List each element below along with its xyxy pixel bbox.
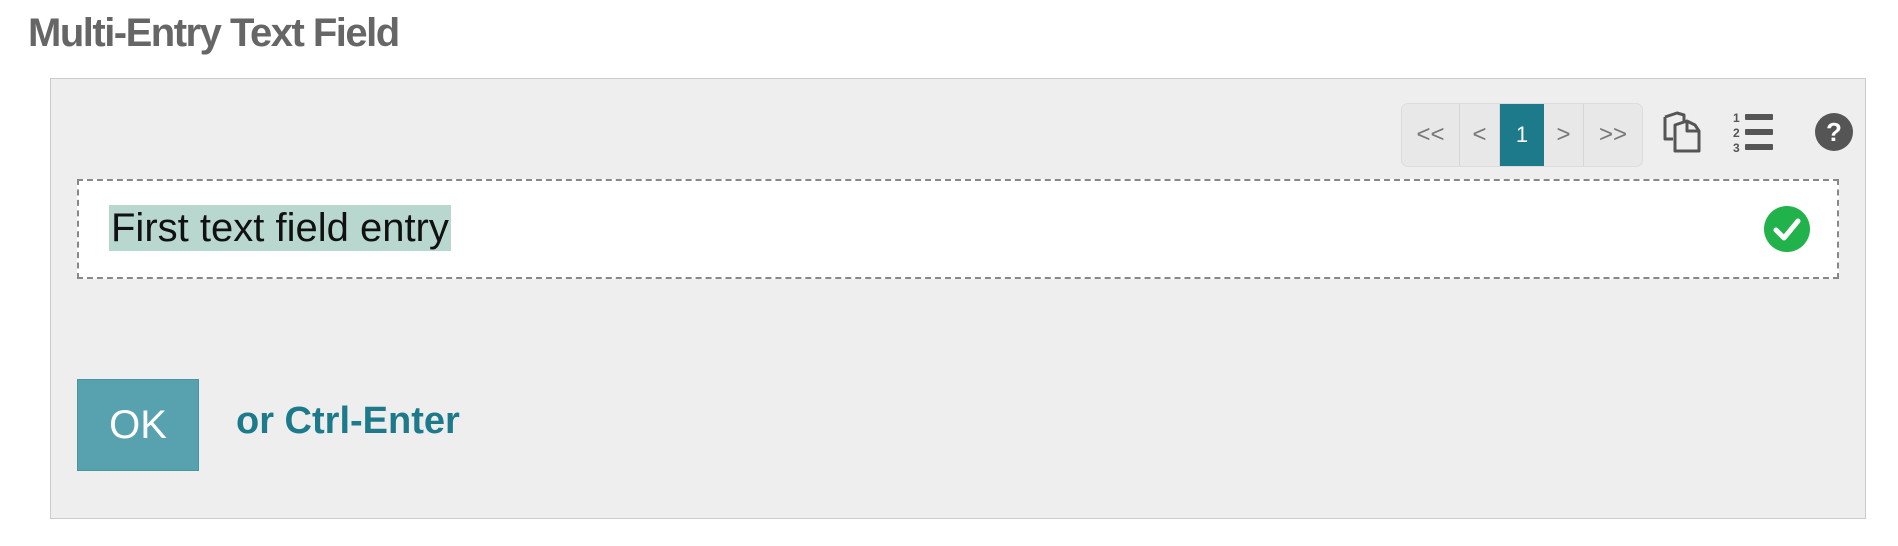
last-page-button[interactable]: >> — [1584, 104, 1642, 166]
prev-page-button[interactable]: < — [1460, 104, 1500, 166]
shortcut-hint: or Ctrl-Enter — [236, 400, 460, 442]
svg-text:2: 2 — [1733, 126, 1740, 140]
entry-text[interactable]: First text field entry — [109, 205, 451, 251]
numbered-list-icon[interactable]: 1 2 3 — [1731, 109, 1777, 155]
svg-text:1: 1 — [1733, 111, 1740, 125]
svg-text:?: ? — [1826, 117, 1842, 147]
copy-icon[interactable] — [1659, 109, 1705, 155]
ok-button[interactable]: OK — [77, 379, 199, 471]
multi-entry-panel: << < 1 > >> 1 2 3 ? First text field ent… — [50, 78, 1866, 519]
check-circle-icon — [1763, 205, 1811, 253]
text-entry-field[interactable]: First text field entry — [77, 179, 1839, 279]
help-icon[interactable]: ? — [1811, 109, 1857, 155]
current-page-button[interactable]: 1 — [1500, 104, 1544, 166]
svg-text:3: 3 — [1733, 141, 1740, 155]
page-title: Multi-Entry Text Field — [28, 11, 400, 55]
pagination: << < 1 > >> — [1401, 103, 1643, 167]
first-page-button[interactable]: << — [1402, 104, 1460, 166]
next-page-button[interactable]: > — [1544, 104, 1584, 166]
